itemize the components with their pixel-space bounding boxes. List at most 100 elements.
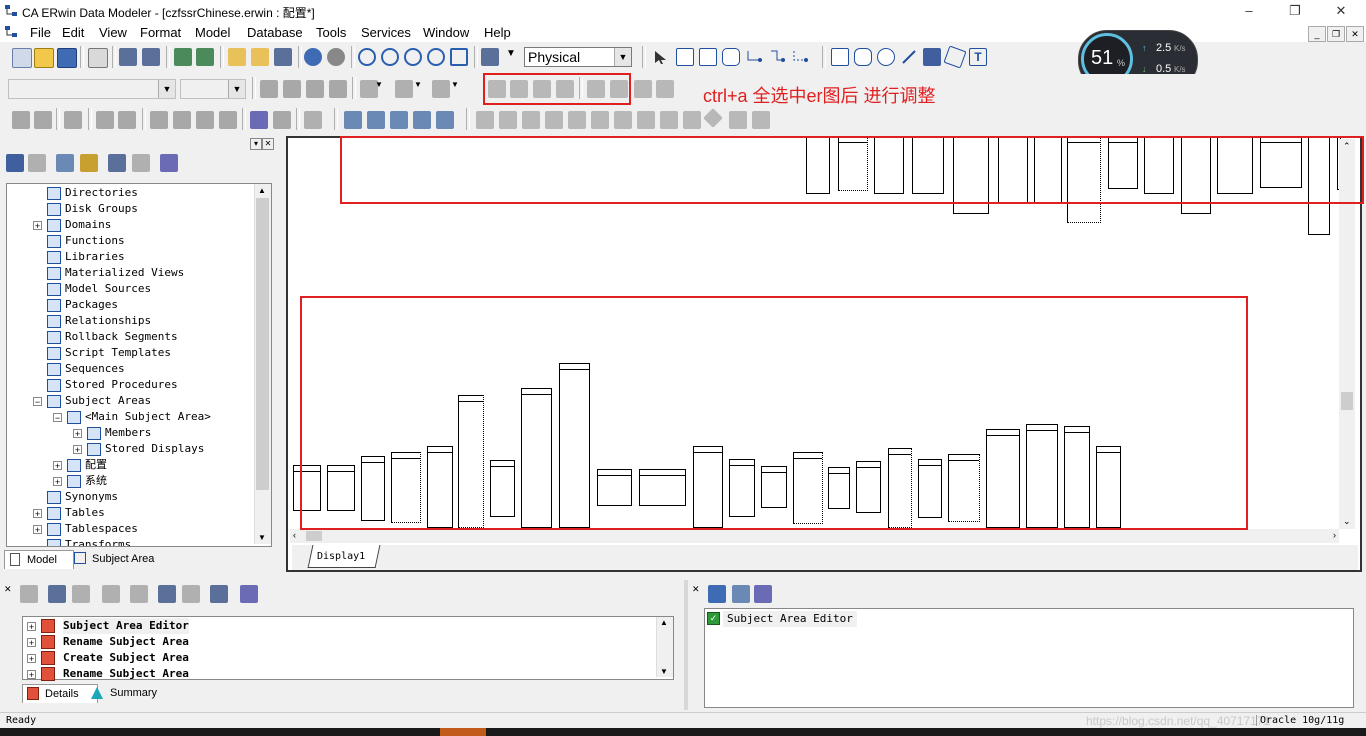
explorer-options-icon[interactable]: [160, 154, 178, 172]
collapse-icon[interactable]: −: [53, 413, 62, 423]
menu-help[interactable]: Help: [484, 25, 511, 40]
print-icon[interactable]: [88, 48, 108, 68]
tree-item[interactable]: Tablespaces: [47, 521, 138, 537]
color-tool-icon[interactable]: [923, 48, 941, 66]
delete-icon[interactable]: [80, 154, 98, 172]
mirror-icon[interactable]: [219, 111, 237, 129]
minimize-button[interactable]: –: [1226, 0, 1272, 22]
chevron-down-icon[interactable]: ▼: [451, 80, 461, 98]
non-identifying-relationship-icon[interactable]: [791, 48, 809, 66]
tree-item[interactable]: Model Sources: [47, 281, 151, 297]
ellipse-tool-icon[interactable]: [877, 48, 895, 66]
find-icon[interactable]: [119, 48, 137, 66]
many-to-many-icon[interactable]: [768, 48, 786, 66]
find-next-icon[interactable]: [142, 48, 160, 66]
back-icon[interactable]: [6, 154, 24, 172]
rotate-icon[interactable]: [173, 111, 191, 129]
autosize-icon[interactable]: [656, 80, 674, 98]
scroll-right-icon[interactable]: ›: [1333, 530, 1336, 540]
italic-icon[interactable]: [283, 80, 301, 98]
menu-tools[interactable]: Tools: [316, 25, 346, 40]
scroll-down-icon[interactable]: ⌄: [1343, 516, 1351, 527]
mdi-close-button[interactable]: ✕: [1346, 26, 1364, 42]
chevron-down-icon[interactable]: ▼: [228, 80, 245, 98]
chevron-down-icon[interactable]: ▼: [414, 80, 424, 98]
mart-icon[interactable]: [250, 111, 268, 129]
layout-down-icon[interactable]: [614, 111, 632, 129]
detail-row[interactable]: Subject Area Editor: [723, 611, 857, 627]
tree-item[interactable]: Relationships: [47, 313, 151, 329]
layout-tree-icon[interactable]: [499, 111, 517, 129]
close-button[interactable]: ✕: [1318, 0, 1364, 22]
identifying-relationship-icon[interactable]: [745, 48, 763, 66]
expand-icon[interactable]: +: [27, 654, 36, 664]
chevron-down-icon[interactable]: ▼: [158, 80, 175, 98]
refresh-icon[interactable]: [304, 48, 322, 66]
detail-options-icon[interactable]: [754, 585, 772, 603]
log-find-icon[interactable]: [48, 585, 66, 603]
menu-edit[interactable]: Edit: [62, 25, 84, 40]
tree-item[interactable]: Directories: [47, 185, 138, 201]
expand-icon[interactable]: +: [53, 477, 62, 487]
model-view-select[interactable]: Physical ▼: [524, 47, 632, 67]
text-color-icon[interactable]: [432, 80, 450, 98]
tree-item[interactable]: Disk Groups: [47, 201, 138, 217]
layout-incremental-icon[interactable]: [591, 111, 609, 129]
pin-icon[interactable]: ▾: [250, 138, 262, 150]
layout-up-icon[interactable]: [637, 111, 655, 129]
scroll-down-icon[interactable]: ▼: [258, 533, 266, 542]
layout-hierarchical-icon[interactable]: [476, 111, 494, 129]
expand-icon[interactable]: +: [73, 445, 82, 455]
restore-button[interactable]: ❐: [1272, 0, 1318, 22]
pointer-tool-icon[interactable]: [652, 48, 670, 66]
tree-item[interactable]: Sequences: [47, 361, 125, 377]
log-row[interactable]: Create Subject Area: [63, 650, 189, 666]
panel-close-icon[interactable]: ✕: [262, 138, 274, 150]
tab-subject-area[interactable]: Subject Area: [70, 550, 188, 568]
tree-scrollbar[interactable]: ▲ ▼: [254, 184, 271, 544]
entity-tool-icon[interactable]: [676, 48, 694, 66]
save-icon[interactable]: [57, 48, 77, 68]
layout-dropdown-icon[interactable]: ▼: [502, 48, 520, 66]
expand-icon[interactable]: +: [33, 525, 42, 535]
zoom-window-icon[interactable]: [450, 48, 468, 66]
tree-item[interactable]: Script Templates: [47, 345, 171, 361]
underline-icon[interactable]: [306, 80, 324, 98]
new-model-icon[interactable]: [12, 48, 32, 68]
tree-item[interactable]: Members: [87, 425, 151, 441]
bullseye-icon[interactable]: [413, 111, 431, 129]
menu-view[interactable]: View: [99, 25, 127, 40]
tree-scroll-thumb[interactable]: [256, 198, 269, 490]
log-row[interactable]: Rename Subject Area: [63, 634, 189, 650]
tab-model[interactable]: Model: [4, 550, 74, 569]
layout-diamond-icon[interactable]: [703, 108, 723, 128]
chevron-down-icon[interactable]: ▼: [614, 48, 631, 66]
scroll-down-icon[interactable]: ▼: [660, 667, 668, 676]
line-tool-icon[interactable]: [900, 48, 918, 66]
model-navigator-icon[interactable]: [390, 111, 408, 129]
bold-icon[interactable]: [260, 80, 278, 98]
tree-item[interactable]: Materialized Views: [47, 265, 184, 281]
zoom-in-icon[interactable]: [381, 48, 399, 66]
layout-symmetric-icon[interactable]: [568, 111, 586, 129]
tree-item[interactable]: Stored Displays: [87, 441, 204, 457]
forward-engineer-icon[interactable]: [174, 48, 192, 66]
ungroup-icon[interactable]: [34, 111, 52, 129]
resize-icon[interactable]: [634, 80, 652, 98]
view-tool-icon[interactable]: [699, 48, 717, 66]
layout-icon[interactable]: [481, 48, 499, 66]
expand-icon[interactable]: +: [27, 638, 36, 648]
menu-format[interactable]: Format: [140, 25, 181, 40]
stop-icon[interactable]: [327, 48, 345, 66]
tree-item[interactable]: Stored Procedures: [47, 377, 178, 393]
open-file-icon[interactable]: [34, 48, 54, 68]
log-scrollbar[interactable]: ▲ ▼: [656, 617, 673, 677]
group-icon[interactable]: [12, 111, 30, 129]
canvas-hscrollbar[interactable]: ‹ ›: [290, 529, 1339, 543]
layout-fit-icon[interactable]: [683, 111, 701, 129]
subtype-tool-icon[interactable]: [722, 48, 740, 66]
mdi-minimize-button[interactable]: _: [1308, 26, 1326, 42]
lock-icon[interactable]: [64, 111, 82, 129]
layout-options-icon[interactable]: [752, 111, 770, 129]
text-tool-icon[interactable]: T: [969, 48, 987, 66]
